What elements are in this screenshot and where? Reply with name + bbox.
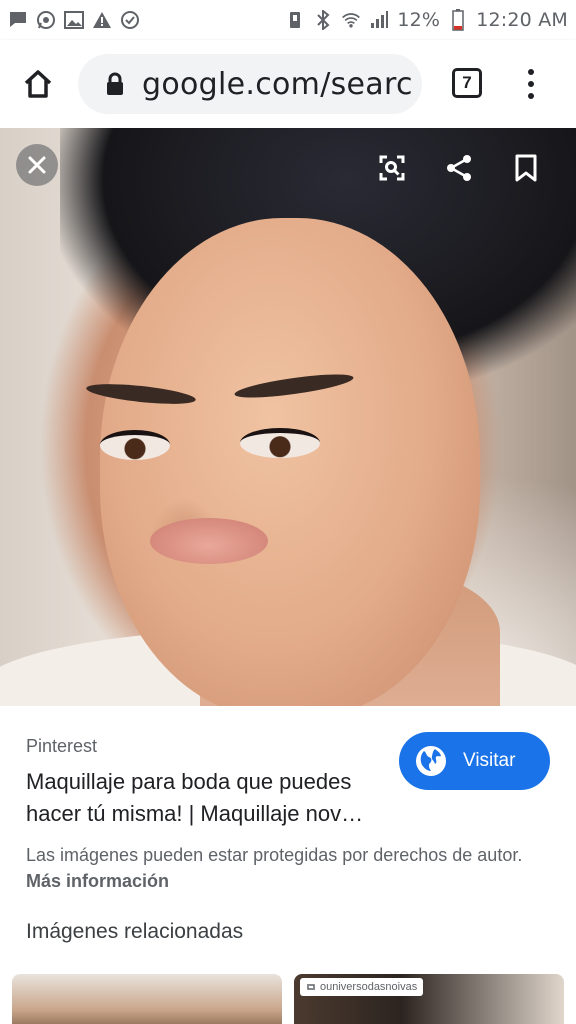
browser-toolbar: google.com/searc 7	[0, 40, 576, 128]
signal-icon	[369, 10, 389, 30]
related-images-heading: Imágenes relacionadas	[26, 920, 244, 943]
menu-dot	[528, 69, 534, 75]
bluetooth-icon	[313, 10, 333, 30]
clock: 12:20 AM	[476, 9, 568, 31]
image-icon	[64, 10, 84, 30]
photo-lips	[150, 518, 268, 564]
photo-brow-right	[233, 369, 355, 403]
whatsapp-icon	[36, 10, 56, 30]
menu-dot	[528, 93, 534, 99]
thumbnail-caption: ouniversodasnoivas	[300, 978, 424, 996]
image-preview[interactable]	[0, 128, 576, 706]
visit-button[interactable]: Visitar	[399, 732, 550, 790]
home-button[interactable]	[20, 66, 56, 102]
battery-icon	[448, 9, 468, 31]
notification-icons	[8, 10, 140, 30]
more-info-link[interactable]: Más información	[26, 871, 169, 891]
share-button[interactable]	[438, 147, 480, 189]
close-icon	[28, 156, 46, 174]
repost-icon	[307, 984, 315, 990]
photo-brow-left	[85, 380, 197, 408]
photo-face	[85, 218, 480, 706]
copyright-text: Las imágenes pueden estar protegidas por…	[26, 845, 523, 865]
source-name[interactable]: Pinterest	[26, 736, 97, 757]
tab-switcher-button[interactable]: 7	[452, 68, 482, 98]
photo-eye-right	[240, 428, 320, 458]
lens-button[interactable]	[371, 147, 413, 189]
system-icons: 12% 12:20 AM	[285, 9, 568, 31]
close-button[interactable]	[16, 144, 58, 186]
menu-dot	[528, 81, 534, 87]
home-icon	[24, 70, 52, 98]
vibrate-icon	[285, 10, 305, 30]
result-title-line-1: Maquillaje para boda que puedes	[26, 769, 352, 794]
photo-eye-left	[100, 430, 170, 460]
warning-icon	[92, 10, 112, 30]
check-circle-icon	[120, 10, 140, 30]
thumbnail-caption-text: ouniversodasnoivas	[320, 981, 418, 993]
related-thumbnail[interactable]: ouniversodasnoivas	[294, 974, 564, 1024]
result-title[interactable]: Maquillaje para boda que puedes hacer tú…	[26, 766, 386, 830]
visit-label: Visitar	[463, 750, 516, 771]
url-text: google.com/searc	[142, 66, 413, 102]
url-field[interactable]: google.com/searc	[78, 54, 422, 114]
battery-percent: 12%	[397, 9, 441, 31]
result-title-line-2: hacer tú misma! | Maquillaje nov…	[26, 801, 364, 826]
save-button[interactable]	[505, 147, 547, 189]
share-icon	[447, 155, 471, 181]
status-bar: 12% 12:20 AM	[0, 0, 576, 40]
wifi-icon	[341, 10, 361, 30]
copyright-notice: Las imágenes pueden estar protegidas por…	[26, 842, 546, 894]
result-info: Pinterest Maquillaje para boda que puede…	[0, 706, 576, 1024]
related-thumbnail[interactable]	[12, 974, 282, 1024]
chat-icon	[8, 10, 28, 30]
bookmark-icon	[515, 154, 537, 182]
lock-icon	[107, 72, 123, 95]
globe-icon	[416, 746, 446, 776]
lens-icon	[379, 155, 405, 181]
overflow-menu-button[interactable]	[520, 66, 542, 102]
